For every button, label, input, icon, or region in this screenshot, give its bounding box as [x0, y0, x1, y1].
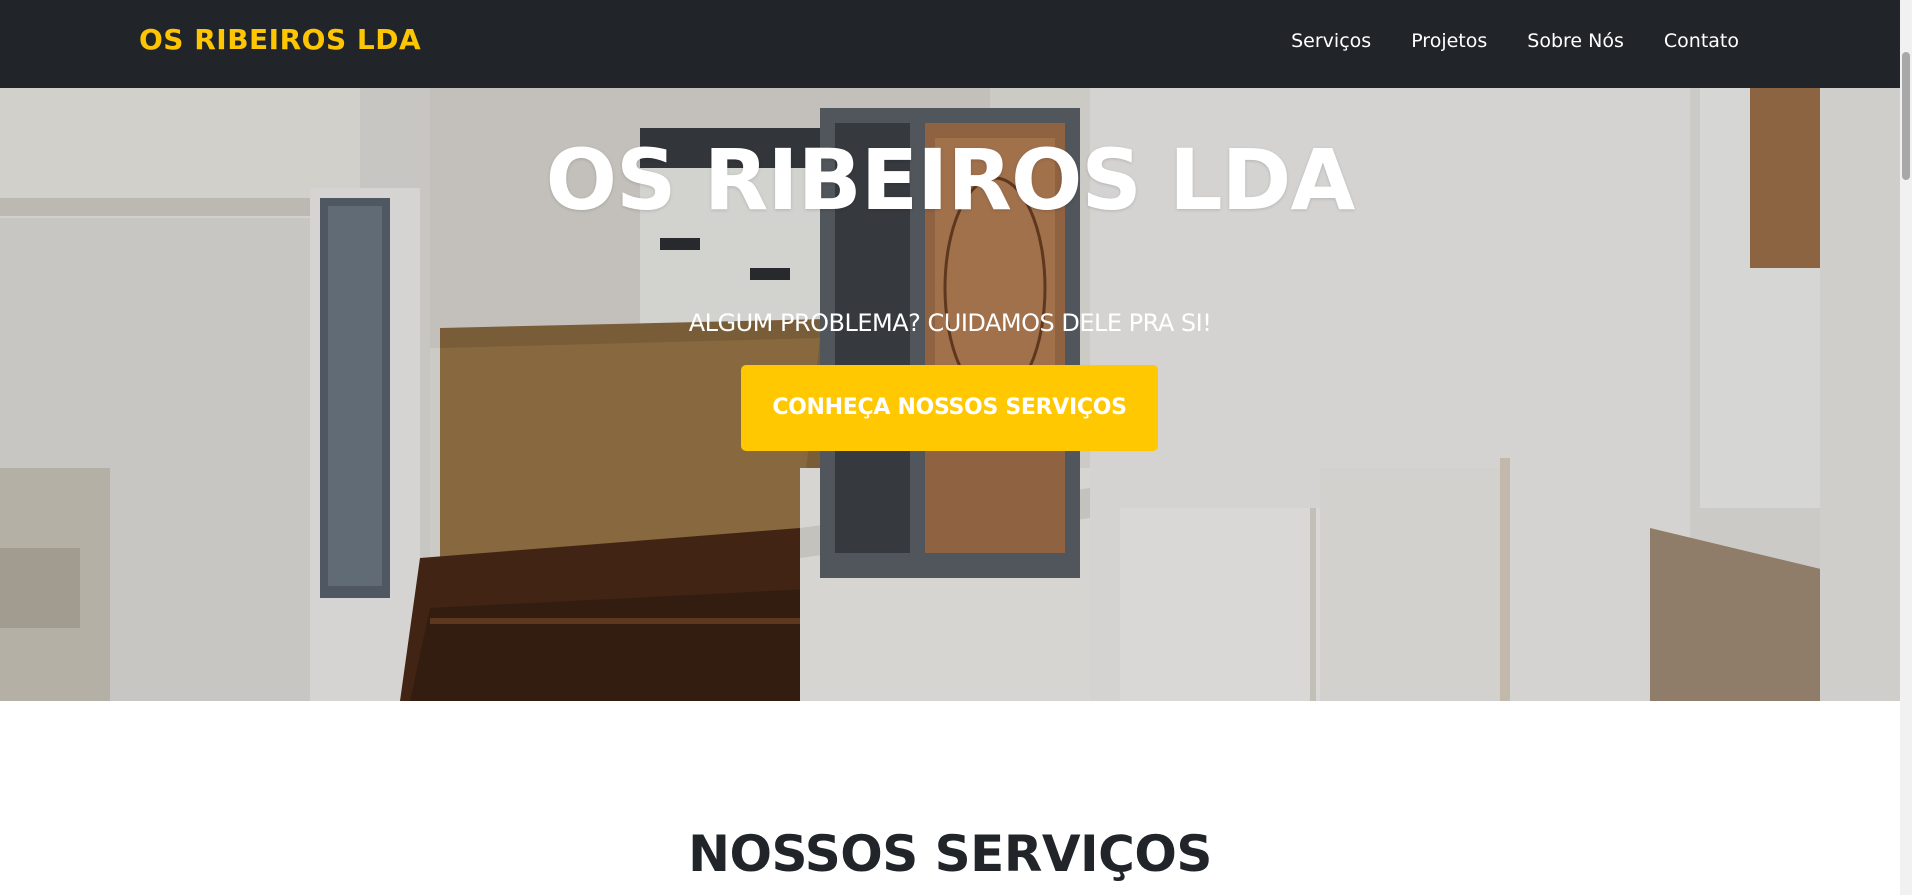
hero-title: OS RIBEIROS LDA — [545, 131, 1356, 229]
page-scrollbar[interactable] — [1900, 0, 1912, 895]
brand-logo-link[interactable]: OS RIBEIROS LDA — [139, 22, 421, 58]
nav-link-contato[interactable]: Contato — [1664, 28, 1739, 54]
hero-section: OS RIBEIROS LDA ALGUM PROBLEMA? CUIDAMOS… — [0, 88, 1900, 701]
scrollbar-thumb[interactable] — [1902, 52, 1910, 180]
hero-subtitle: ALGUM PROBLEMA? CUIDAMOS DELE PRA SI! — [688, 309, 1212, 337]
services-section-title: NOSSOS SERVIÇOS — [688, 825, 1212, 883]
nav-links: Serviços Projetos Sobre Nós Contato — [1291, 28, 1739, 54]
nav-link-projetos[interactable]: Projetos — [1411, 28, 1487, 54]
nav-link-servicos[interactable]: Serviços — [1291, 28, 1371, 54]
page: OS RIBEIROS LDA Serviços Projetos Sobre … — [0, 0, 1912, 895]
services-cta-button[interactable]: CONHEÇA NOSSOS SERVIÇOS — [741, 365, 1158, 451]
nav-link-sobre-nos[interactable]: Sobre Nós — [1527, 28, 1624, 54]
navbar: OS RIBEIROS LDA Serviços Projetos Sobre … — [0, 0, 1900, 88]
